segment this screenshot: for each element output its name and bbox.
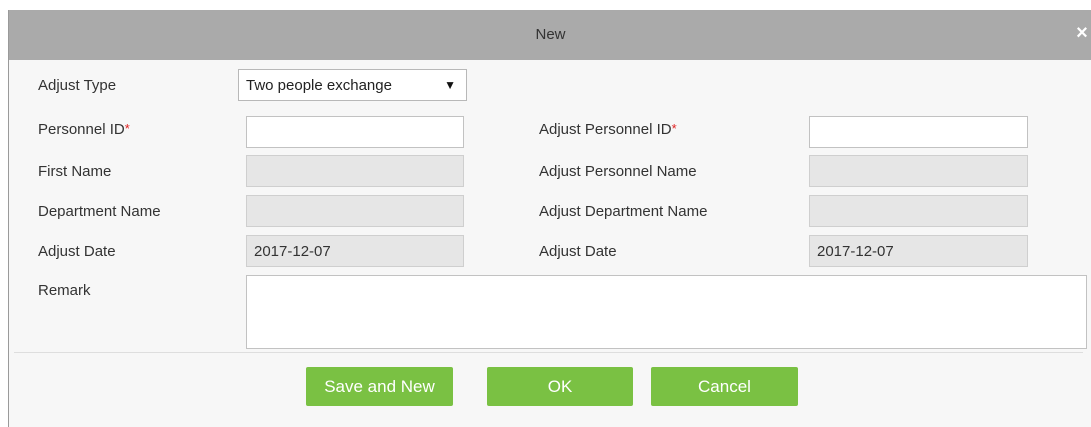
footer-divider [14,352,1083,353]
adjust-type-label: Adjust Type [38,77,117,94]
adjust-personnel-name-field [809,155,1028,187]
adjust-personnel-id-input[interactable] [809,116,1028,148]
remark-label: Remark [38,282,91,299]
remark-textarea[interactable] [246,275,1087,349]
chevron-down-icon: ▼ [444,78,456,92]
department-name-field [246,195,464,227]
adjust-date-field [246,235,464,267]
personnel-id-label: Personnel ID* [38,121,130,138]
ok-button[interactable]: OK [487,367,633,406]
first-name-field [246,155,464,187]
adjust-personnel-name-label: Adjust Personnel Name [539,163,697,180]
adjust-personnel-id-label: Adjust Personnel ID* [539,121,677,138]
cancel-button[interactable]: Cancel [651,367,798,406]
adjust-date-right-label: Adjust Date [539,243,617,260]
required-mark: * [124,121,130,136]
personnel-id-label-text: Personnel ID [38,121,125,138]
dialog-title: New [535,26,566,43]
dialog-titlebar[interactable]: New × [9,10,1091,60]
close-icon[interactable]: × [1072,22,1091,44]
adjust-department-name-label: Adjust Department Name [539,203,708,220]
personnel-id-input[interactable] [246,116,464,148]
adjust-type-select[interactable]: Two people exchange ▼ [238,69,467,101]
adjust-date-right-field [809,235,1028,267]
adjust-type-selected-value: Two people exchange [246,77,392,94]
department-name-label: Department Name [38,203,161,220]
first-name-label: First Name [38,163,112,180]
adjust-department-name-field [809,195,1028,227]
save-and-new-button[interactable]: Save and New [306,367,453,406]
adjust-personnel-id-label-text: Adjust Personnel ID [539,121,672,138]
required-mark: * [671,121,677,136]
adjust-date-label: Adjust Date [38,243,116,260]
